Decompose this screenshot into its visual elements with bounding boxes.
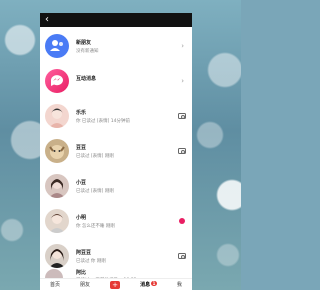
interactions-row[interactable]: 互动消息 › xyxy=(40,64,192,99)
tab-messages-label: 消息 xyxy=(140,282,151,288)
tab-messages[interactable]: 消息 1 xyxy=(140,281,157,288)
chevron-right-icon: › xyxy=(181,77,184,85)
chat-preview: 已读过 你 刚刚 xyxy=(76,259,106,264)
messages-panel: ‹ 新朋友 没有新通知 › 互动消息 › 乐乐 你 已读过 [表情] 14分钟前… xyxy=(40,13,192,290)
chat-name: 乐乐 xyxy=(76,110,87,116)
chat-row[interactable]: 豆豆 已读过 [表情] 刚刚 xyxy=(40,134,192,169)
avatar xyxy=(45,244,69,268)
new-friends-subtitle: 没有新通知 xyxy=(76,49,99,54)
chat-preview: 你 怎么还不睡 刚刚 xyxy=(76,224,115,229)
chat-row[interactable]: 乐乐 你 已读过 [表情] 14分钟前 xyxy=(40,99,192,134)
chat-name: 小豆 xyxy=(76,180,87,186)
messenger-icon xyxy=(45,69,69,93)
new-friends-title: 新朋友 xyxy=(76,40,92,46)
camera-icon[interactable] xyxy=(178,148,186,154)
chat-name: 阿比 xyxy=(76,270,87,276)
new-friends-icon xyxy=(45,34,69,58)
back-arrow-icon[interactable]: ‹ xyxy=(45,15,49,25)
camera-icon[interactable] xyxy=(178,253,186,259)
chat-name: 小明 xyxy=(76,215,87,221)
unread-badge: 1 xyxy=(151,281,157,286)
add-post-button[interactable]: + xyxy=(110,280,121,289)
chat-preview: 已读过 [表情] 刚刚 xyxy=(76,189,114,194)
chat-preview: 已读过 [表情] 刚刚 xyxy=(76,154,114,159)
tab-home[interactable]: 首页 xyxy=(50,281,60,288)
camera-icon[interactable] xyxy=(178,113,186,119)
chat-row[interactable]: 小豆 已读过 [表情] 刚刚 xyxy=(40,169,192,204)
new-friends-row[interactable]: 新朋友 没有新通知 › xyxy=(40,29,192,64)
tab-me[interactable]: 我 xyxy=(177,281,182,288)
avatar xyxy=(45,174,69,198)
chat-row[interactable]: 小明 你 怎么还不睡 刚刚 xyxy=(40,204,192,239)
avatar xyxy=(45,104,69,128)
interactions-title: 互动消息 xyxy=(76,76,97,82)
avatar xyxy=(45,209,69,233)
tab-friends[interactable]: 朋友 xyxy=(80,281,90,288)
top-bar: ‹ xyxy=(40,13,192,27)
unread-dot xyxy=(179,218,185,224)
chat-preview: 你 已读过 [表情] 14分钟前 xyxy=(76,119,131,124)
chat-name: 豆豆 xyxy=(76,145,87,151)
chat-name: 阿豆豆 xyxy=(76,250,92,256)
bottom-tab-bar: 首页 朋友 + 消息 1 我 xyxy=(40,278,192,290)
chevron-right-icon: › xyxy=(181,42,184,50)
avatar xyxy=(45,139,69,163)
